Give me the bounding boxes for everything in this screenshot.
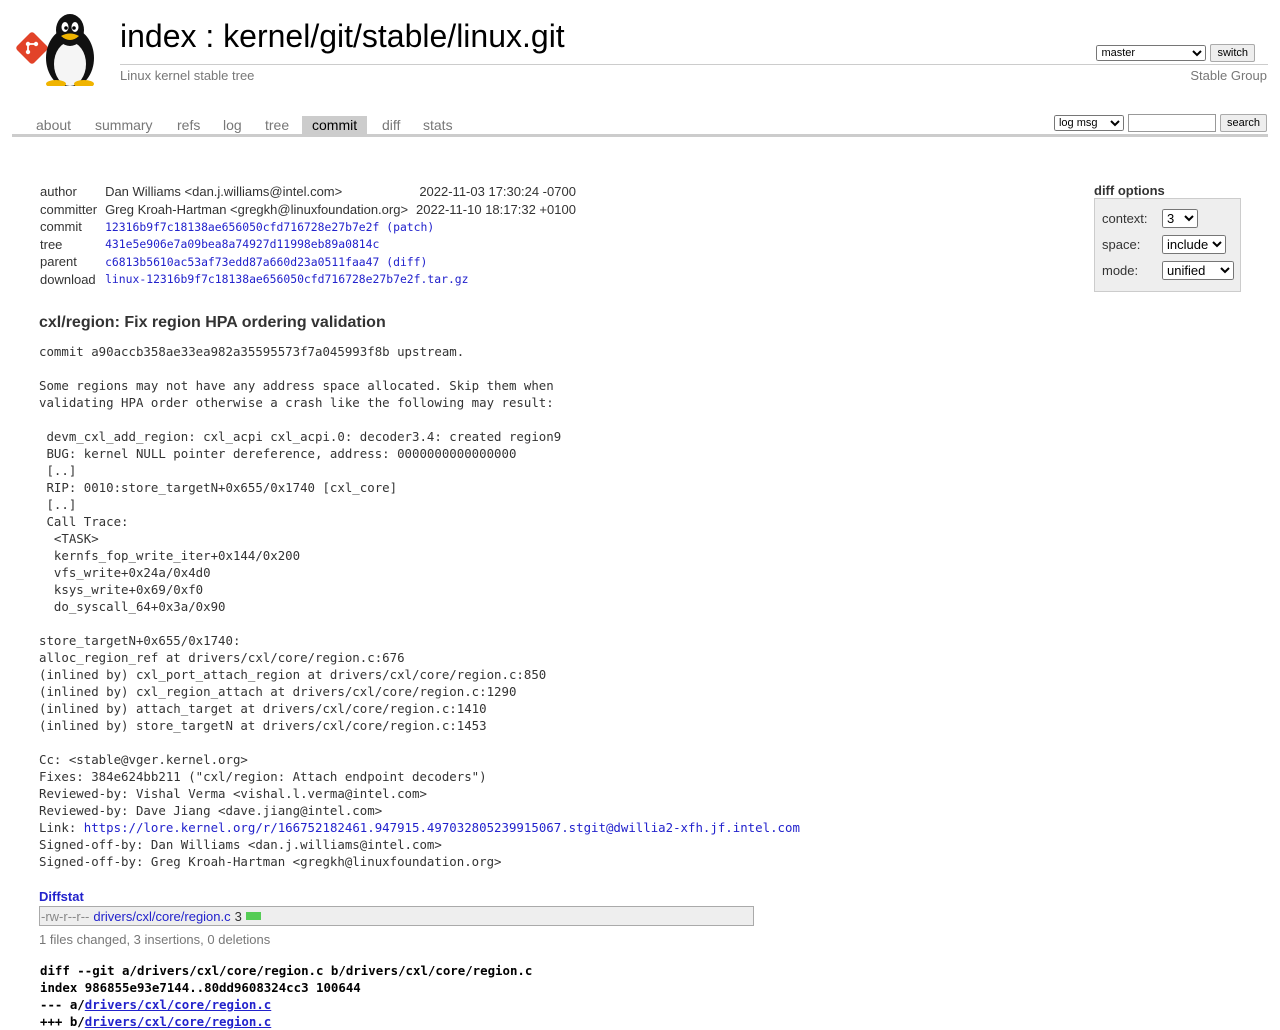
commit-subject: cxl/region: Fix region HPA ordering vali… — [39, 314, 386, 331]
diffstat-file-link[interactable]: drivers/cxl/core/region.c — [93, 909, 230, 924]
committer-date: 2022-11-10 18:17:32 +0100 — [416, 201, 576, 217]
header-divider — [120, 64, 1268, 65]
diffstat-changes: 3 — [234, 908, 242, 924]
tux-logo[interactable] — [14, 10, 110, 86]
message-text: commit a90accb358ae33ea982a35595573f7a04… — [39, 344, 562, 835]
commit-sha-link[interactable]: 12316b9f7c18138ae656050cfd716728e27b7e2f — [105, 220, 379, 234]
context-label: context: — [1102, 211, 1148, 226]
tab-commit[interactable]: commit — [302, 116, 368, 135]
tab-stats[interactable]: stats — [413, 116, 463, 135]
diffstat-summary: 1 files changed, 3 insertions, 0 deletio… — [39, 932, 271, 947]
author-label: author — [40, 184, 77, 200]
mode-select[interactable]: unified — [1162, 261, 1234, 280]
space-select[interactable]: include — [1162, 235, 1226, 254]
repo-owner: Stable Group — [1190, 68, 1267, 83]
tree-row: tree 431e5e906e7a09bea8a74927d11998eb89a… — [36, 236, 580, 254]
space-label: space: — [1102, 237, 1141, 252]
search-form: log msg search — [1053, 114, 1267, 132]
commit-info-table: author Dan Williams <dan.j.williams@inte… — [36, 183, 580, 288]
author-value: Dan Williams <dan.j.williams@intel.com> — [105, 184, 343, 200]
parent-row: parent c6813b5610ac53af73edd87a660d23a05… — [36, 253, 580, 271]
lore-link[interactable]: https://lore.kernel.org/r/166752182461.9… — [84, 820, 800, 835]
parent-diff-link[interactable]: diff — [393, 255, 420, 269]
parent-sha-link[interactable]: c6813b5610ac53af73edd87a660d23a0511faa47 — [105, 255, 379, 269]
repo-description: Linux kernel stable tree — [120, 68, 255, 83]
diff-old-file-link[interactable]: drivers/cxl/core/region.c — [85, 997, 272, 1012]
branch-select[interactable]: master — [1096, 45, 1207, 61]
parent-sha-cell: c6813b5610ac53af73edd87a660d23a0511faa47… — [101, 253, 580, 271]
diff-options-title: diff options — [1094, 183, 1165, 198]
repo-link[interactable]: kernel/git/stable/linux.git — [223, 18, 565, 54]
switch-button[interactable]: switch — [1210, 44, 1255, 62]
tab-tree[interactable]: tree — [255, 116, 299, 135]
diff-options-panel: context: 3 space: include mode: unified — [1094, 198, 1241, 292]
diffstat-header[interactable]: Diffstat — [39, 889, 84, 904]
diff-new-prefix: +++ b/ — [40, 1014, 85, 1029]
committer-row: committer Greg Kroah-Hartman <gregkh@lin… — [36, 201, 580, 219]
tab-log[interactable]: log — [213, 116, 252, 135]
download-cell: linux-12316b9f7c18138ae656050cfd716728e2… — [101, 271, 580, 289]
diff-old-prefix: --- a/ — [40, 997, 85, 1012]
penguin-icon — [46, 14, 94, 86]
close-paren: ) — [427, 219, 435, 234]
diff-header-line: diff --git a/drivers/cxl/core/region.c b… — [40, 963, 533, 978]
diff-index-line: index 986855e93e7144..80dd9608324cc3 100… — [40, 980, 361, 995]
tab-summary[interactable]: summary — [85, 116, 163, 135]
commit-label: commit — [40, 219, 82, 235]
close-paren: ) — [420, 254, 428, 269]
download-row: download linux-12316b9f7c18138ae656050cf… — [36, 271, 580, 289]
search-scope-select[interactable]: log msg — [1053, 115, 1124, 131]
context-select[interactable]: 3 — [1162, 209, 1198, 228]
diffstat-table: -rw-r--r-- drivers/cxl/core/region.c 3 — [39, 906, 754, 926]
page-title: index : kernel/git/stable/linux.git — [120, 18, 565, 55]
commit-row: commit 12316b9f7c18138ae656050cfd716728e… — [36, 218, 580, 236]
index-link[interactable]: index — [120, 18, 197, 54]
insertions-bar — [245, 912, 261, 920]
download-label: download — [40, 271, 96, 287]
patch-link[interactable]: patch — [393, 220, 427, 234]
branch-switch-form: master switch — [1096, 44, 1255, 62]
mode-label: mode: — [1102, 263, 1139, 278]
commit-sha-cell: 12316b9f7c18138ae656050cfd716728e27b7e2f… — [101, 218, 580, 236]
tree-sha-cell: 431e5e906e7a09bea8a74927d11998eb89a0814c — [101, 236, 580, 254]
author-date: 2022-11-03 17:30:24 -0700 — [419, 184, 576, 200]
tree-label: tree — [40, 236, 63, 252]
search-button[interactable]: search — [1219, 114, 1267, 132]
file-mode: -rw-r--r-- — [41, 908, 90, 924]
diff-content: diff --git a/drivers/cxl/core/region.c b… — [40, 962, 532, 1030]
title-separator: : — [196, 18, 224, 54]
git-icon — [16, 32, 48, 64]
search-input[interactable] — [1127, 114, 1216, 132]
author-row: author Dan Williams <dan.j.williams@inte… — [36, 183, 580, 201]
tab-diff[interactable]: diff — [372, 116, 410, 135]
download-link[interactable]: linux-12316b9f7c18138ae656050cfd716728e2… — [105, 272, 468, 286]
committer-value: Greg Kroah-Hartman <gregkh@linuxfoundati… — [105, 201, 409, 217]
tree-sha-link[interactable]: 431e5e906e7a09bea8a74927d11998eb89a0814c — [105, 237, 379, 251]
parent-label: parent — [40, 254, 77, 270]
message-text-tail: Signed-off-by: Dan Williams <dan.j.willi… — [39, 837, 502, 869]
tab-about[interactable]: about — [26, 116, 81, 135]
committer-label: committer — [40, 201, 98, 217]
tab-refs[interactable]: refs — [167, 116, 210, 135]
diff-new-file-link[interactable]: drivers/cxl/core/region.c — [85, 1014, 272, 1029]
commit-message: commit a90accb358ae33ea982a35595573f7a04… — [39, 343, 800, 870]
